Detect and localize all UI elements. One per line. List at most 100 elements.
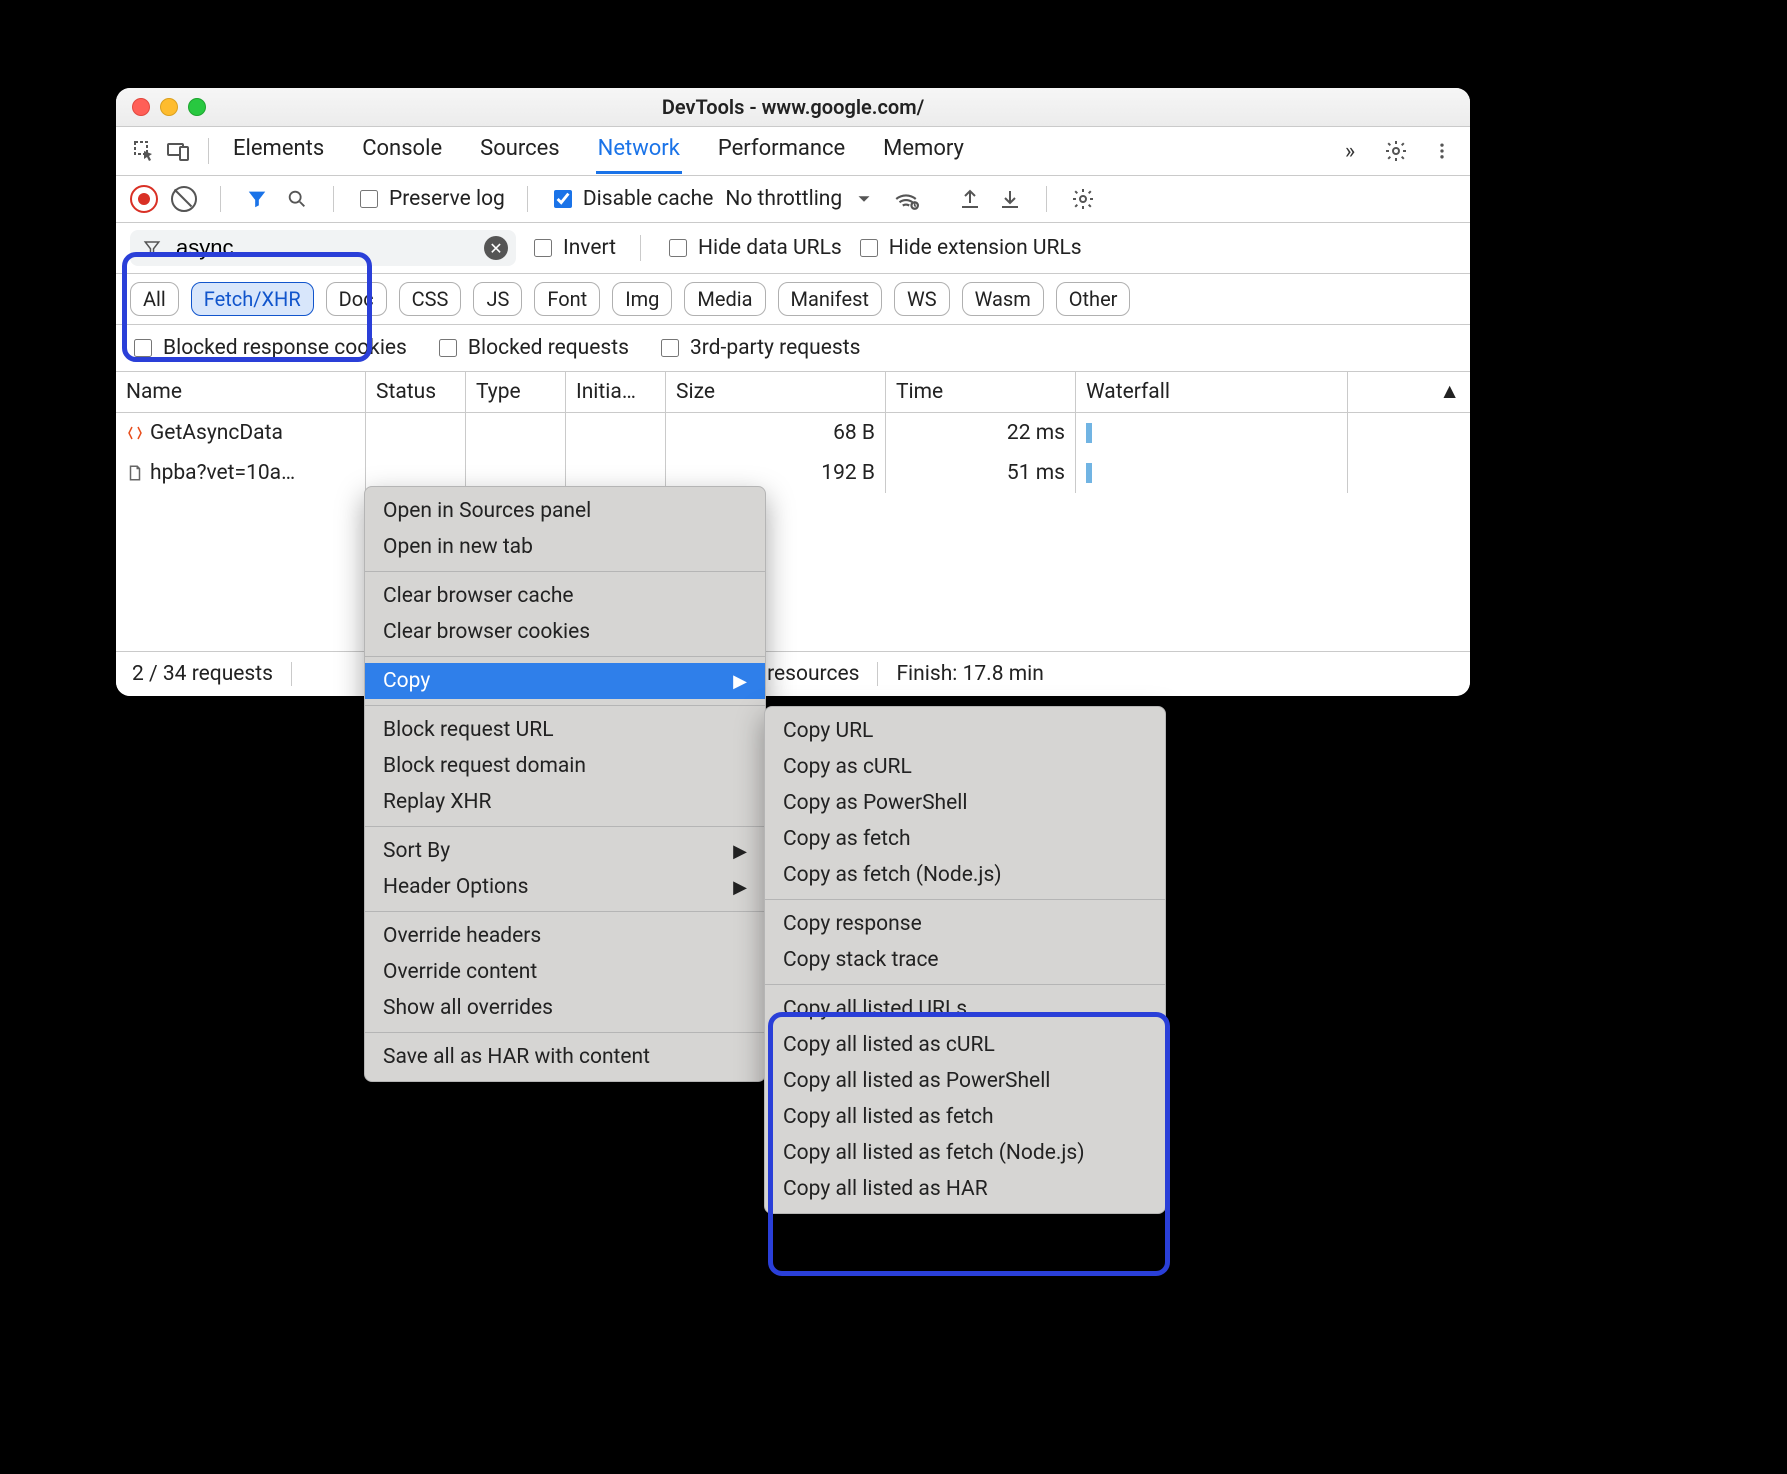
menu-clear-cache[interactable]: Clear browser cache (365, 578, 765, 614)
menu-separator (365, 911, 765, 912)
blocked-cookies-checkbox[interactable]: Blocked response cookies (130, 336, 407, 360)
menu-copy-stack-trace[interactable]: Copy stack trace (765, 942, 1165, 978)
tab-performance[interactable]: Performance (716, 128, 847, 174)
filter-pill-js[interactable]: JS (473, 282, 522, 316)
menu-open-new-tab[interactable]: Open in new tab (365, 529, 765, 565)
tab-console[interactable]: Console (360, 128, 444, 174)
filter-pill-font[interactable]: Font (534, 282, 600, 316)
table-row[interactable]: GetAsyncData 68 B 22 ms (116, 413, 1470, 453)
third-party-checkbox[interactable]: 3rd-party requests (657, 336, 860, 360)
disable-cache-checkbox[interactable]: Disable cache (550, 187, 714, 211)
preserve-log-checkbox[interactable]: Preserve log (356, 187, 505, 211)
col-initiator[interactable]: Initia… (566, 372, 666, 412)
menu-copy-fetch-node[interactable]: Copy as fetch (Node.js) (765, 857, 1165, 893)
cell-time: 22 ms (886, 413, 1076, 453)
copy-submenu: Copy URL Copy as cURL Copy as PowerShell… (764, 706, 1166, 1214)
waterfall-bar (1086, 463, 1092, 483)
blocked-requests-checkbox[interactable]: Blocked requests (435, 336, 629, 360)
col-status[interactable]: Status (366, 372, 466, 412)
search-icon[interactable] (283, 185, 311, 213)
filter-pill-fetch-xhr[interactable]: Fetch/XHR (191, 282, 314, 316)
record-button[interactable] (130, 185, 158, 213)
menu-copy-fetch[interactable]: Copy as fetch (765, 821, 1165, 857)
table-header: Name Status Type Initia… Size Time Water… (116, 372, 1470, 413)
invert-checkbox[interactable]: Invert (530, 236, 616, 260)
menu-separator (365, 1032, 765, 1033)
tab-memory[interactable]: Memory (881, 128, 966, 174)
filter-pill-media[interactable]: Media (684, 282, 765, 316)
menu-sort-by[interactable]: Sort By▶ (365, 833, 765, 869)
menu-copy-all-urls[interactable]: Copy all listed URLs (765, 991, 1165, 1027)
cell-empty (1348, 453, 1470, 493)
device-mode-icon[interactable] (164, 137, 192, 165)
menu-copy-curl[interactable]: Copy as cURL (765, 749, 1165, 785)
menu-copy-url[interactable]: Copy URL (765, 713, 1165, 749)
filter-pill-manifest[interactable]: Manifest (778, 282, 882, 316)
download-har-icon[interactable] (996, 185, 1024, 213)
throttling-select[interactable]: No throttling (725, 185, 880, 213)
clear-filter-icon[interactable]: ✕ (484, 236, 508, 260)
menu-override-content[interactable]: Override content (365, 954, 765, 990)
row-name-text: hpba?vet=10a… (150, 461, 295, 485)
filter-pill-css[interactable]: CSS (399, 282, 462, 316)
menu-replay-xhr[interactable]: Replay XHR (365, 784, 765, 820)
network-conditions-icon[interactable] (892, 185, 920, 213)
settings-icon[interactable] (1382, 137, 1410, 165)
menu-copy-all-har[interactable]: Copy all listed as HAR (765, 1171, 1165, 1207)
filter-pill-all[interactable]: All (130, 282, 179, 316)
menu-block-url[interactable]: Block request URL (365, 712, 765, 748)
col-size[interactable]: Size (666, 372, 886, 412)
cell-name: GetAsyncData (116, 413, 366, 453)
more-tabs-icon[interactable]: » (1336, 137, 1364, 165)
hide-ext-urls-checkbox[interactable]: Hide extension URLs (856, 236, 1082, 260)
menu-save-har[interactable]: Save all as HAR with content (365, 1039, 765, 1075)
col-type[interactable]: Type (466, 372, 566, 412)
tab-sources[interactable]: Sources (478, 128, 562, 174)
menu-header-options[interactable]: Header Options▶ (365, 869, 765, 905)
filter-pill-wasm[interactable]: Wasm (962, 282, 1044, 316)
upload-har-icon[interactable] (956, 185, 984, 213)
network-settings-icon[interactable] (1069, 185, 1097, 213)
menu-block-domain[interactable]: Block request domain (365, 748, 765, 784)
menu-copy-all-curl[interactable]: Copy all listed as cURL (765, 1027, 1165, 1063)
col-sort-indicator[interactable]: ▲ (1348, 372, 1470, 412)
kebab-menu-icon[interactable] (1428, 137, 1456, 165)
row-name-text: GetAsyncData (150, 421, 283, 445)
cell-type (466, 413, 566, 453)
filter-icon[interactable] (243, 185, 271, 213)
hide-data-urls-checkbox[interactable]: Hide data URLs (665, 236, 842, 260)
invert-label: Invert (563, 236, 616, 260)
col-name[interactable]: Name (116, 372, 366, 412)
separator (640, 235, 641, 261)
menu-separator (365, 705, 765, 706)
panel-tabs: Elements Console Sources Network Perform… (231, 128, 966, 174)
status-finish: Finish: 17.8 min (878, 662, 1061, 686)
menu-show-overrides[interactable]: Show all overrides (365, 990, 765, 1026)
menu-separator (765, 984, 1165, 985)
tab-elements[interactable]: Elements (231, 128, 326, 174)
table-row[interactable]: hpba?vet=10a… 192 B 51 ms (116, 453, 1470, 493)
filter-pill-img[interactable]: Img (612, 282, 672, 316)
col-waterfall[interactable]: Waterfall (1076, 372, 1348, 412)
menu-override-headers[interactable]: Override headers (365, 918, 765, 954)
filter-pill-other[interactable]: Other (1056, 282, 1131, 316)
clear-button[interactable] (170, 185, 198, 213)
chevron-right-icon: ▶ (733, 841, 747, 862)
filter-pill-doc[interactable]: Doc (326, 282, 387, 316)
menu-copy-response[interactable]: Copy response (765, 906, 1165, 942)
filter-input[interactable] (174, 234, 476, 262)
separator (333, 186, 334, 212)
menu-clear-cookies[interactable]: Clear browser cookies (365, 614, 765, 650)
menu-copy-powershell[interactable]: Copy as PowerShell (765, 785, 1165, 821)
hide-data-urls-label: Hide data URLs (698, 236, 842, 260)
tab-network[interactable]: Network (596, 128, 682, 174)
inspect-element-icon[interactable] (130, 137, 158, 165)
menu-copy-all-fetch[interactable]: Copy all listed as fetch (765, 1099, 1165, 1135)
throttling-label: No throttling (725, 187, 842, 211)
menu-copy-all-fetch-node[interactable]: Copy all listed as fetch (Node.js) (765, 1135, 1165, 1171)
menu-copy-all-powershell[interactable]: Copy all listed as PowerShell (765, 1063, 1165, 1099)
col-time[interactable]: Time (886, 372, 1076, 412)
menu-open-sources[interactable]: Open in Sources panel (365, 493, 765, 529)
filter-pill-ws[interactable]: WS (894, 282, 950, 316)
menu-copy[interactable]: Copy▶ (365, 663, 765, 699)
